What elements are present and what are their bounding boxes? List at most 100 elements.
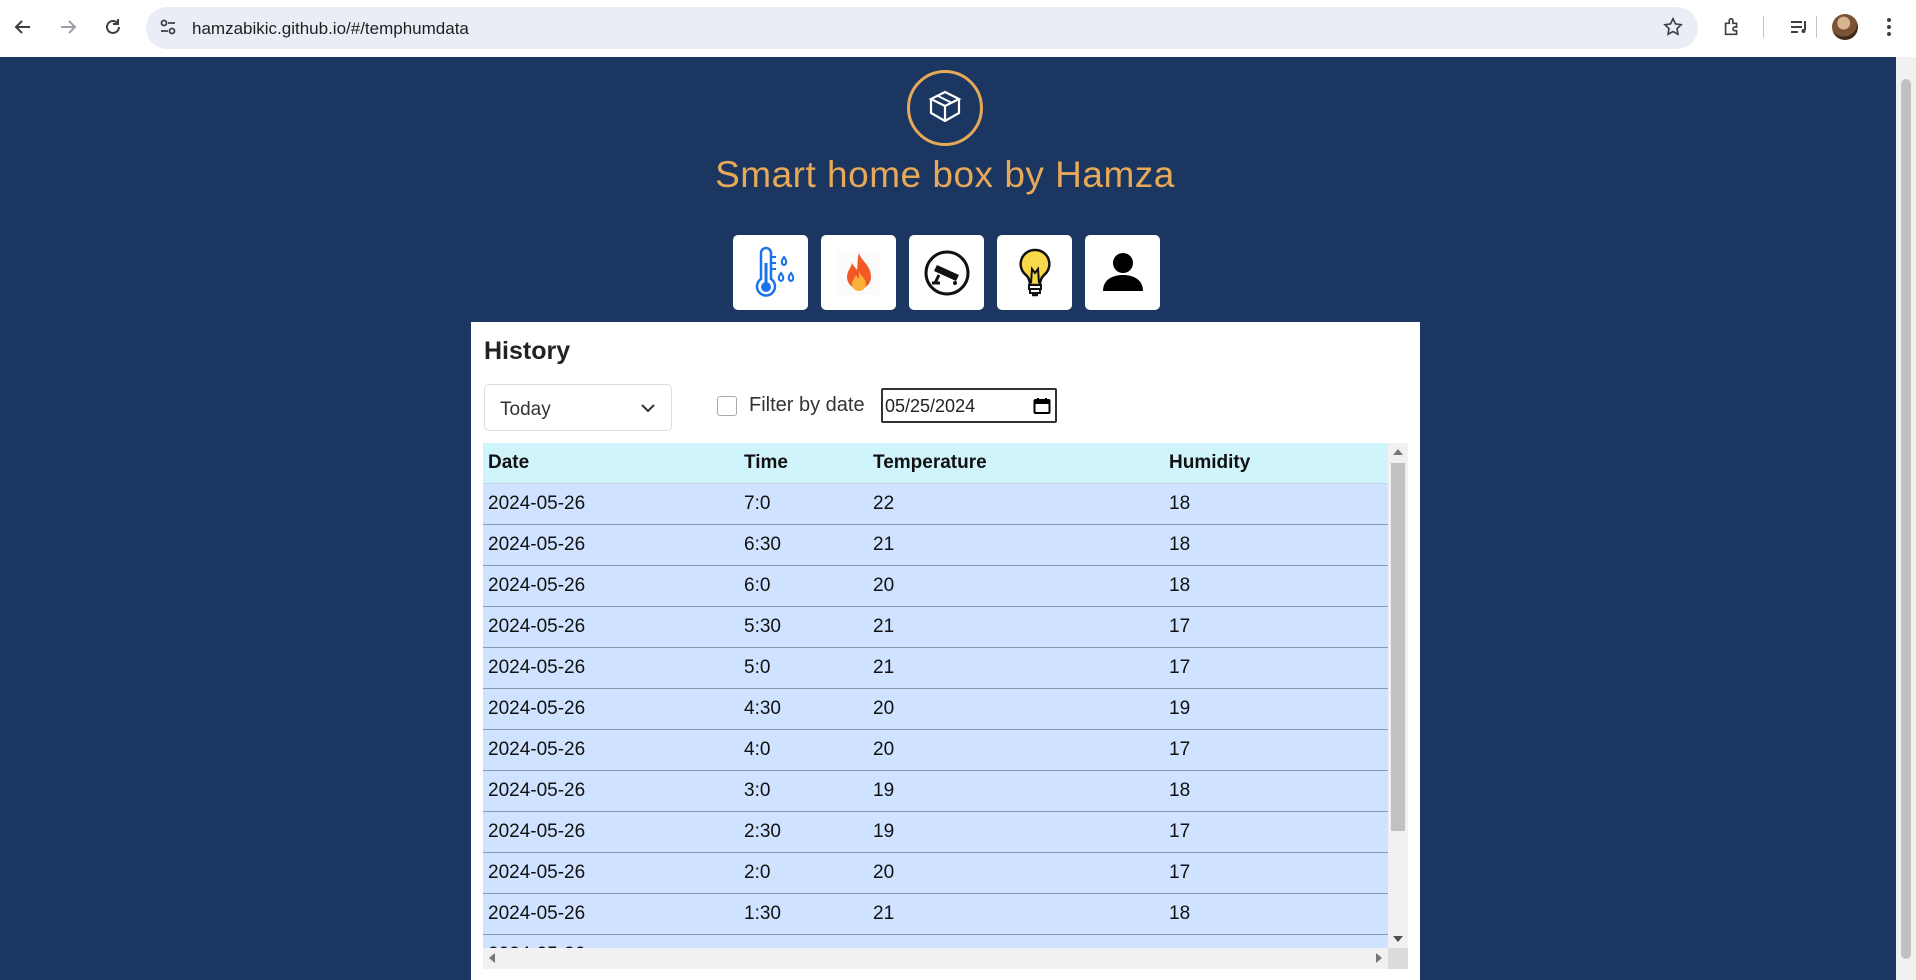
security-camera-icon xyxy=(924,250,969,295)
site-settings-icon[interactable] xyxy=(158,17,178,42)
table-scrollbar-thumb[interactable] xyxy=(1391,463,1405,831)
profile-avatar[interactable] xyxy=(1832,14,1858,40)
fire-icon xyxy=(836,250,881,295)
cell-date: 2024-05-26 xyxy=(483,606,739,648)
extensions-icon[interactable] xyxy=(1717,12,1747,42)
forward-arrow-icon xyxy=(61,20,77,34)
cell-time: 3:0 xyxy=(739,770,868,812)
reload-button[interactable] xyxy=(95,9,131,45)
thermometer-humidity-icon xyxy=(755,246,794,297)
scroll-up-arrow-icon[interactable] xyxy=(1393,449,1403,455)
cell-date: 2024-05-26 xyxy=(483,524,739,566)
history-table-container[interactable]: Date Time Temperature Humidity 2024-05-2… xyxy=(483,443,1408,969)
toolbar-divider xyxy=(1763,16,1764,38)
cell-date: 2024-05-26 xyxy=(483,811,739,853)
cell-temperature: 19 xyxy=(868,770,1164,812)
cell-temperature: 20 xyxy=(868,565,1164,607)
chevron-down-icon xyxy=(639,399,657,423)
period-select[interactable]: Today xyxy=(484,384,672,431)
scroll-right-arrow-icon[interactable] xyxy=(1376,953,1382,963)
cell-humidity: 17 xyxy=(1164,729,1389,771)
lighting-button[interactable] xyxy=(997,235,1072,310)
table-row: 2024-05-26 4:30 20 19 xyxy=(483,688,1389,730)
cell-humidity: 18 xyxy=(1164,565,1389,607)
cell-humidity: 19 xyxy=(1164,688,1389,730)
cell-date: 2024-05-26 xyxy=(483,893,739,935)
table-vertical-scrollbar[interactable] xyxy=(1388,443,1408,948)
history-heading: History xyxy=(484,337,571,365)
temperature-humidity-button[interactable] xyxy=(733,235,808,310)
feature-nav xyxy=(733,235,1160,310)
date-input-value: 05/25/2024 xyxy=(885,396,976,416)
address-bar[interactable]: hamzabikic.github.io/#/temphumdata xyxy=(146,7,1698,49)
cell-date: 2024-05-26 xyxy=(483,770,739,812)
cell-temperature: 21 xyxy=(868,893,1164,935)
scroll-down-arrow-icon[interactable] xyxy=(1393,936,1403,942)
cell-humidity: 18 xyxy=(1164,770,1389,812)
cell-temperature: 21 xyxy=(868,647,1164,689)
cell-time: 4:30 xyxy=(739,688,868,730)
filter-by-date: Filter by date xyxy=(717,394,865,417)
cell-temperature: 20 xyxy=(868,852,1164,894)
cell-date: 2024-05-26 xyxy=(483,647,739,689)
column-header-date: Date xyxy=(483,443,739,484)
cell-date: 2024-05-26 xyxy=(483,688,739,730)
cell-temperature: 20 xyxy=(868,688,1164,730)
calendar-icon[interactable] xyxy=(1033,397,1051,420)
cell-time: 6:0 xyxy=(739,565,868,607)
scroll-left-arrow-icon[interactable] xyxy=(489,953,495,963)
cell-temperature: 21 xyxy=(868,524,1164,566)
table-row: 2024-05-26 6:0 20 18 xyxy=(483,565,1389,607)
browser-toolbar: hamzabikic.github.io/#/temphumdata xyxy=(0,0,1916,57)
back-button[interactable] xyxy=(5,9,41,45)
table-header-row: Date Time Temperature Humidity xyxy=(483,443,1389,484)
forward-button[interactable] xyxy=(50,9,86,45)
site-title: Smart home box by Hamza xyxy=(715,154,1175,195)
cell-date: 2024-05-26 xyxy=(483,565,739,607)
media-control-icon[interactable] xyxy=(1784,12,1814,42)
user-button[interactable] xyxy=(1085,235,1160,310)
reload-icon xyxy=(106,19,120,34)
date-input[interactable]: 05/25/2024 xyxy=(881,388,1057,423)
cell-time: 5:30 xyxy=(739,606,868,648)
cell-time: 4:0 xyxy=(739,729,868,771)
scrollbar-corner xyxy=(1388,948,1408,969)
column-header-humidity: Humidity xyxy=(1164,443,1389,484)
page-scrollbar-thumb[interactable] xyxy=(1901,79,1911,959)
box-logo-icon xyxy=(907,70,983,146)
cell-time: 5:0 xyxy=(739,647,868,689)
table-row: 2024-05-26 2:0 20 17 xyxy=(483,852,1389,894)
table-row: 2024-05-26 7:0 22 18 xyxy=(483,483,1389,525)
fire-button[interactable] xyxy=(821,235,896,310)
cell-time: 6:30 xyxy=(739,524,868,566)
bookmark-star-icon[interactable] xyxy=(1662,16,1684,43)
url-text: hamzabikic.github.io/#/temphumdata xyxy=(192,19,469,38)
cell-temperature: 19 xyxy=(868,811,1164,853)
browser-menu-icon[interactable] xyxy=(1874,12,1904,42)
table-row: 2024-05-26 6:30 21 18 xyxy=(483,524,1389,566)
cell-temperature: 20 xyxy=(868,729,1164,771)
toolbar-divider xyxy=(1816,16,1817,38)
table-row: 2024-05-26 5:0 21 17 xyxy=(483,647,1389,689)
page-scrollbar[interactable] xyxy=(1896,57,1916,980)
table-row: 2024-05-26 5:30 21 17 xyxy=(483,606,1389,648)
table-row: 2024-05-26 1:30 21 18 xyxy=(483,893,1389,935)
cell-humidity: 18 xyxy=(1164,483,1389,525)
cell-time: 2:30 xyxy=(739,811,868,853)
cell-humidity: 18 xyxy=(1164,893,1389,935)
security-camera-button[interactable] xyxy=(909,235,984,310)
cell-date: 2024-05-26 xyxy=(483,852,739,894)
cell-date: 2024-05-26 xyxy=(483,729,739,771)
history-card: History Today Filter by date 05/25/2024 … xyxy=(471,322,1420,980)
cell-humidity: 18 xyxy=(1164,524,1389,566)
cell-time: 2:0 xyxy=(739,852,868,894)
filter-by-date-checkbox[interactable] xyxy=(717,395,737,416)
back-arrow-icon xyxy=(14,20,30,34)
cell-date: 2024-05-26 xyxy=(483,483,739,525)
cell-humidity: 17 xyxy=(1164,647,1389,689)
column-header-time: Time xyxy=(739,443,868,484)
table-horizontal-scrollbar[interactable] xyxy=(483,948,1408,969)
column-header-temperature: Temperature xyxy=(868,443,1164,484)
cell-humidity: 17 xyxy=(1164,811,1389,853)
history-table: Date Time Temperature Humidity 2024-05-2… xyxy=(483,443,1389,969)
